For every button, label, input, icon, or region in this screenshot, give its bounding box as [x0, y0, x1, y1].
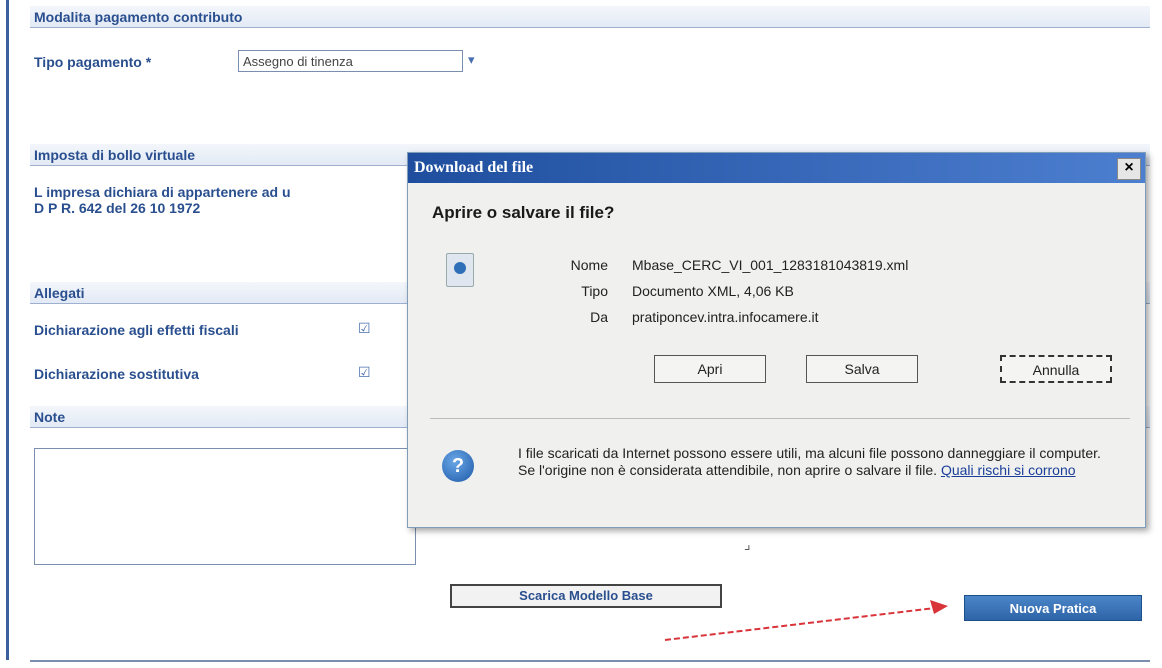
xml-file-icon [446, 253, 474, 287]
file-source-key: Da [590, 309, 608, 325]
file-type-key: Tipo [581, 283, 608, 299]
file-name-value: Mbase_CERC_VI_001_1283181043819.xml [632, 257, 909, 273]
download-dialog: Download del file × Aprire o salvare il … [407, 152, 1146, 528]
dialog-separator [430, 418, 1130, 419]
close-icon[interactable]: × [1117, 158, 1141, 180]
dialog-question: Aprire o salvare il file? [432, 203, 615, 222]
dialog-titlebar: Download del file [408, 153, 1145, 183]
open-button[interactable]: Apri [654, 355, 766, 383]
save-button[interactable]: Salva [806, 355, 918, 383]
file-name-key: Nome [570, 257, 608, 273]
file-type-value: Documento XML, 4,06 KB [632, 283, 794, 299]
cancel-button[interactable]: Annulla [1000, 355, 1112, 383]
risks-link[interactable]: Quali rischi si corrono [941, 462, 1076, 478]
file-source-value: pratiponcev.intra.infocamere.it [632, 309, 819, 325]
shield-question-icon: ? [442, 450, 474, 482]
warning-message: I file scaricati da Internet possono ess… [518, 445, 1118, 479]
